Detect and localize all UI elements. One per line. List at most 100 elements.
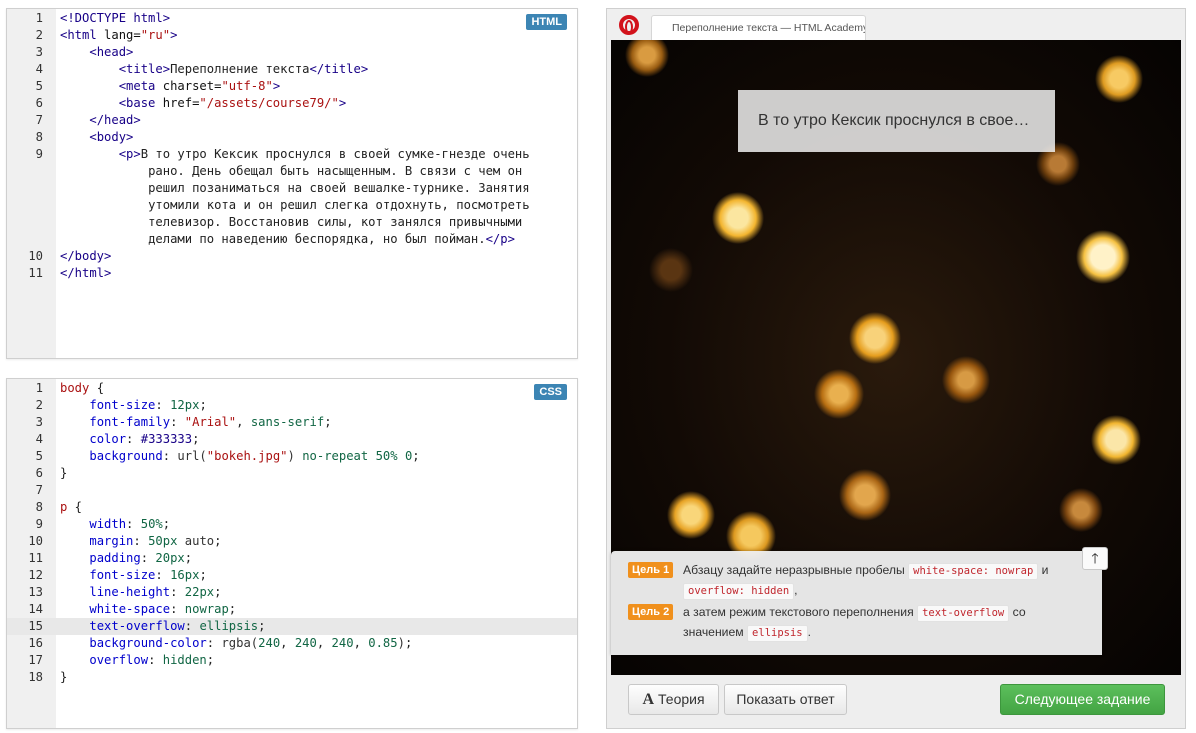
code-token: ; xyxy=(206,653,215,667)
line-number: 7 xyxy=(35,113,43,127)
code-line-wrap: утомили кота и он решил слегка отдохнуть… xyxy=(7,197,577,214)
browser-toolbar: Переполнение текста — HTML Academy xyxy=(607,9,1185,40)
line-number: 17 xyxy=(28,653,43,667)
code-token: margin xyxy=(89,534,134,548)
code-token: </body> xyxy=(60,249,112,263)
code-token: ) xyxy=(397,636,405,650)
code-token: "ru" xyxy=(140,28,171,42)
task-text: , xyxy=(794,583,798,597)
code-token: font-size xyxy=(89,568,156,582)
code-token: ; xyxy=(258,619,266,633)
code-token: ; xyxy=(214,585,222,599)
line-number: 6 xyxy=(35,96,43,110)
line-number: 14 xyxy=(28,602,43,616)
code-token: "Arial" xyxy=(184,415,237,429)
code-token: 0.85 xyxy=(368,636,398,650)
code-token: > xyxy=(338,96,347,110)
code-token: ; xyxy=(192,432,200,446)
code-token: 16px xyxy=(170,568,200,582)
code-token: <body> xyxy=(89,130,134,144)
html-editor-panel[interactable]: HTML 1 <!DOCTYPE html> 2 <html lang="ru"> … xyxy=(6,8,578,359)
html-code[interactable]: 1 <!DOCTYPE html> 2 <html lang="ru"> 3 <he… xyxy=(7,10,577,282)
code-line: 13 line-height: 22px; xyxy=(7,584,577,601)
code-token: : xyxy=(155,398,163,412)
code-line: 1 <!DOCTYPE html> xyxy=(7,10,577,27)
css-code[interactable]: 1 body { 2 font-size: 12px; 3 font-family… xyxy=(7,380,577,686)
line-number: 1 xyxy=(35,11,43,25)
code-token: : xyxy=(126,432,134,446)
code-token: lang= xyxy=(96,28,141,42)
line-number: 3 xyxy=(35,45,43,59)
line-number: 3 xyxy=(35,415,43,429)
browser-tab[interactable]: Переполнение текста — HTML Academy xyxy=(651,15,866,40)
code-token: 50% xyxy=(375,449,398,463)
code-token: <head> xyxy=(89,45,134,59)
code-token: </title> xyxy=(309,62,369,76)
line-number: 7 xyxy=(35,483,43,497)
code-line: 2 <html lang="ru"> xyxy=(7,27,577,44)
code-line-wrap: делами по наведению беспорядка, но был п… xyxy=(7,231,577,248)
code-token: font-size xyxy=(89,398,156,412)
code-token: } xyxy=(60,466,68,480)
code-token: #333333 xyxy=(140,432,193,446)
code-token: 240 xyxy=(258,636,281,650)
code-token: line-height xyxy=(89,585,171,599)
code-token: <!DOCTYPE html> xyxy=(60,11,171,25)
next-task-button[interactable]: Следующее задание xyxy=(1000,684,1165,715)
code-token: : xyxy=(170,415,178,429)
code-token: <base xyxy=(118,96,156,110)
collapse-tasks-button[interactable]: 🡑 xyxy=(1082,547,1108,570)
code-line: 4 color: #333333; xyxy=(7,431,577,448)
code-token: ; xyxy=(412,449,420,463)
line-number: 18 xyxy=(28,670,43,684)
code-token: ; xyxy=(199,568,207,582)
code-line: 11 </html> xyxy=(7,265,577,282)
code-token: overflow xyxy=(89,653,149,667)
code-line: 5 <meta charset="utf-8"> xyxy=(7,78,577,95)
preview-panel: Переполнение текста — HTML Academy В то … xyxy=(606,8,1186,729)
arrow-up-icon: 🡑 xyxy=(1091,550,1099,566)
code-token: { xyxy=(67,500,83,514)
code-token: , xyxy=(280,636,288,650)
code-token: color xyxy=(89,432,127,446)
code-line-wrap: телевизор. Восстановив силы, кот занялся… xyxy=(7,214,577,231)
code-token: auto xyxy=(184,534,215,548)
code-token: > xyxy=(272,79,281,93)
css-editor-panel[interactable]: CSS 1 body { 2 font-size: 12px; 3 font-fa… xyxy=(6,378,578,729)
code-chip: text-overflow xyxy=(917,605,1010,622)
code-token: : xyxy=(170,602,178,616)
task-label: Цель 1 xyxy=(628,562,674,578)
line-number: 15 xyxy=(28,619,43,633)
theory-button[interactable]: A Теория xyxy=(628,684,719,715)
code-token: решил позаниматься на своей вешалке-турн… xyxy=(148,181,530,195)
code-token: <p> xyxy=(118,147,141,161)
code-line: 6} xyxy=(7,465,577,482)
code-token: : xyxy=(162,449,171,463)
demo-paragraph: В то утро Кексик проснулся в своей сумке… xyxy=(738,90,1055,152)
code-token: </html> xyxy=(60,266,112,280)
code-token: : xyxy=(170,585,178,599)
code-token: 240 xyxy=(331,636,354,650)
code-line-wrap: рано. День обещал быть насыщенным. В свя… xyxy=(7,163,577,180)
code-token: text-overflow xyxy=(89,619,185,633)
code-token: 240 xyxy=(294,636,317,650)
task-text: и xyxy=(1038,563,1049,577)
code-line: 4 <title>Переполнение текста</title> xyxy=(7,61,577,78)
line-number: 10 xyxy=(28,534,43,548)
code-line: 7 </head> xyxy=(7,112,577,129)
code-token: ; xyxy=(324,415,332,429)
line-number: 4 xyxy=(35,62,43,76)
code-token: : xyxy=(184,619,193,633)
code-token: 22px xyxy=(184,585,215,599)
code-line: 8 <body> xyxy=(7,129,577,146)
code-token: ; xyxy=(404,636,413,650)
code-token: ; xyxy=(184,551,193,565)
code-line: 17 overflow: hidden; xyxy=(7,652,577,669)
code-token: no-repeat xyxy=(302,449,369,463)
line-number: 8 xyxy=(35,500,43,514)
code-token: "/assets/course79/" xyxy=(199,96,339,110)
show-answer-button[interactable]: Показать ответ xyxy=(724,684,847,715)
code-token: ; xyxy=(162,517,171,531)
code-line: 2 font-size: 12px; xyxy=(7,397,577,414)
code-token: : xyxy=(126,517,134,531)
